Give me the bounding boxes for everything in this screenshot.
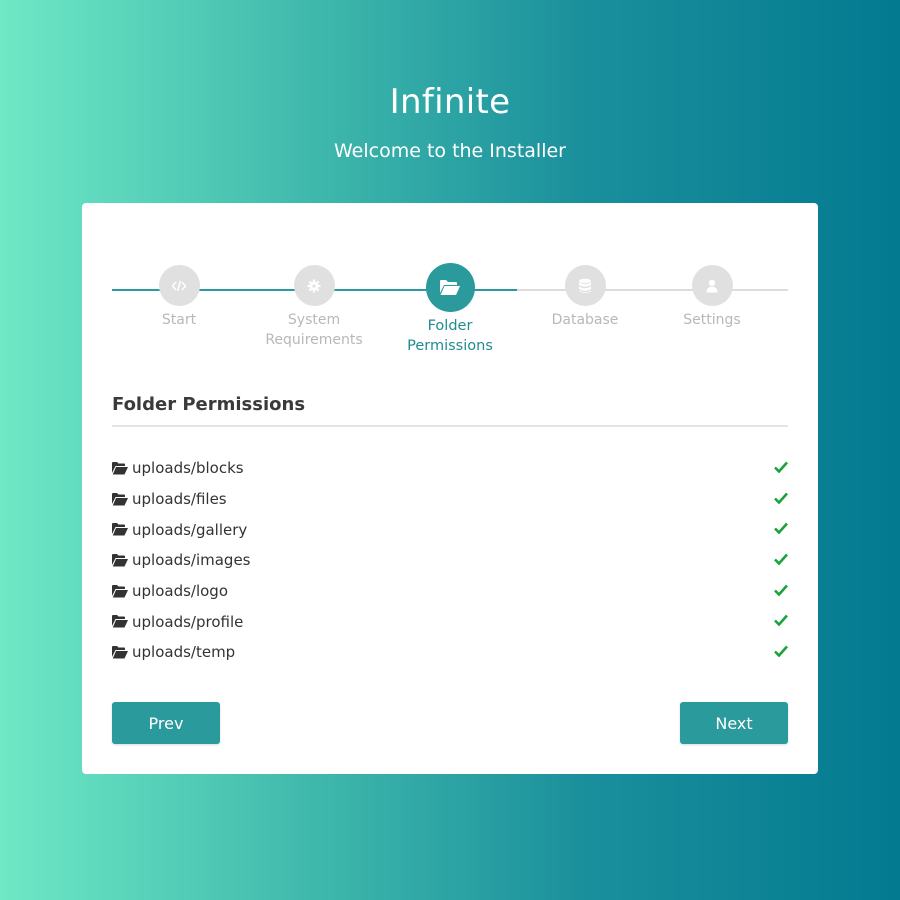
folder-name: uploads/logo — [132, 582, 228, 601]
step-label: Folder Permissions — [407, 318, 493, 354]
code-icon — [158, 265, 200, 306]
folder-open-icon — [112, 492, 128, 506]
check-icon — [774, 523, 788, 535]
prev-button[interactable]: Prev — [112, 702, 220, 744]
next-button[interactable]: Next — [680, 702, 788, 744]
folder-row: uploads/files — [112, 484, 788, 515]
folder-open-icon — [112, 461, 128, 475]
folder-name: uploads/images — [132, 551, 251, 570]
check-icon — [774, 645, 788, 658]
app-title: Infinite — [389, 82, 511, 122]
section-divider — [112, 425, 788, 427]
installer-card: Start System Requirements Folder Permiss… — [82, 203, 818, 774]
folder-row: uploads/images — [112, 545, 788, 576]
folder-name: uploads/gallery — [132, 520, 248, 539]
folder-row: uploads/logo — [112, 576, 788, 607]
check-icon — [774, 461, 788, 474]
step-settings: Settings — [647, 265, 777, 330]
step-label: Settings — [683, 312, 741, 328]
gear-icon — [293, 265, 335, 306]
folder-list: uploads/blocks uploads/files uploads/gal… — [112, 453, 788, 668]
step-label: Database — [551, 312, 619, 328]
folder-row: uploads/profile — [112, 606, 788, 637]
check-icon — [774, 553, 788, 566]
database-icon — [564, 265, 606, 306]
step-folder-permissions: Folder Permissions — [385, 263, 515, 356]
folder-open-icon — [112, 523, 128, 536]
step-database: Database — [520, 265, 650, 330]
step-start: Start — [114, 265, 244, 330]
folder-open-icon — [425, 263, 475, 312]
folder-name: uploads/temp — [132, 643, 236, 662]
step-label: Start — [161, 312, 197, 328]
check-icon — [774, 615, 788, 627]
folder-open-icon — [112, 615, 128, 628]
folder-open-icon — [112, 584, 128, 598]
folder-name: uploads/blocks — [132, 459, 244, 478]
check-icon — [774, 584, 788, 597]
header: Infinite Welcome to the Installer — [0, 78, 900, 164]
folder-row: uploads/blocks — [112, 453, 788, 484]
folder-row: uploads/gallery — [112, 514, 788, 545]
section-title: Folder Permissions — [112, 394, 306, 415]
folder-row: uploads/temp — [112, 637, 788, 668]
folder-name: uploads/files — [132, 490, 227, 509]
folder-name: uploads/profile — [132, 612, 244, 631]
step-label: System Requirements — [265, 312, 363, 348]
stepper: Start System Requirements Folder Permiss… — [112, 203, 788, 373]
user-icon — [691, 265, 733, 306]
folder-open-icon — [112, 645, 128, 659]
folder-open-icon — [112, 553, 128, 567]
step-system-requirements: System Requirements — [249, 265, 379, 350]
app-subtitle: Welcome to the Installer — [334, 140, 566, 162]
check-icon — [774, 492, 788, 505]
